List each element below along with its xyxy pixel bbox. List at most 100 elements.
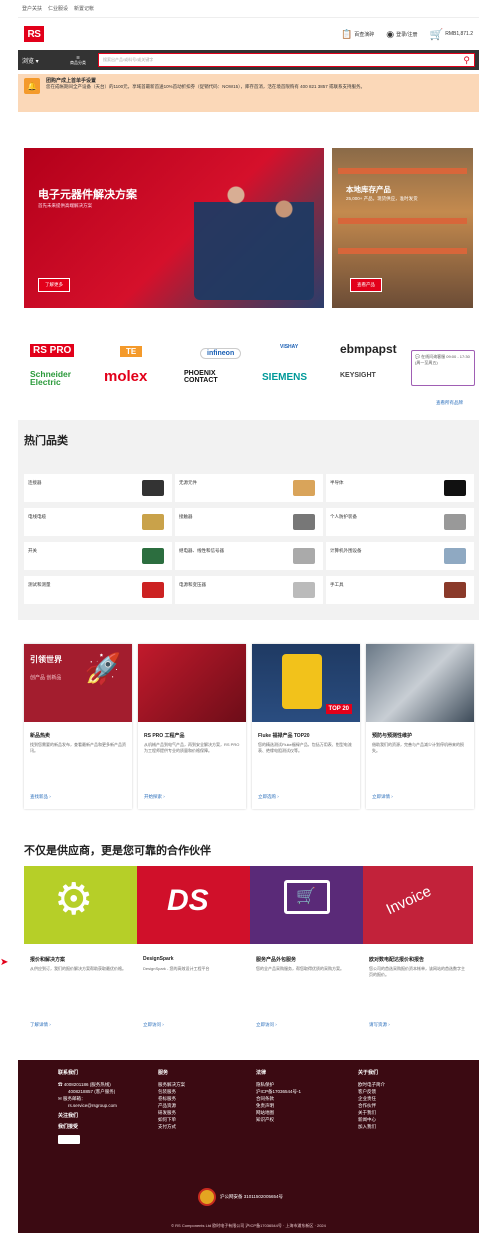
category-tile[interactable]: 继电器、线性和信号器 xyxy=(175,542,323,570)
brand-vishay[interactable]: VISHAY xyxy=(280,344,298,350)
category-tile[interactable]: 个人防护装备 xyxy=(326,508,474,536)
brand-infineon[interactable]: infineon xyxy=(200,348,242,359)
copyright: © RS Components Ltd 欧时电子有限公司 沪ICP备170365… xyxy=(171,1223,326,1228)
quote-button[interactable]: 📋 百查演碎 xyxy=(341,29,374,40)
cart-amount: RMB1,871.2 xyxy=(445,31,473,37)
feature-card[interactable]: TOP 20 Fluke 福禄产品 TOP20 您的精选测试Fluke福禄产品，… xyxy=(252,644,360,809)
partner-card-link[interactable]: 立即访问 › xyxy=(143,1022,164,1028)
footer-contact: 联系我们 ☎ 4008201186 (服务热线) 4008218857 (客户服… xyxy=(58,1070,117,1144)
footer-link[interactable]: 产品资源 xyxy=(158,1102,185,1109)
category-label: 计算机外围设备 xyxy=(330,548,362,553)
feature-image xyxy=(138,644,246,722)
cart-button[interactable]: 🛒 RMB1,871.2 xyxy=(430,28,474,41)
category-tile[interactable]: 电源和变压器 xyxy=(175,576,323,604)
footer-link[interactable]: 如何下单 xyxy=(158,1116,185,1123)
footer-link[interactable]: 沪ICP备17036544号-1 xyxy=(256,1088,301,1095)
category-tile[interactable]: 测试和测量 xyxy=(24,576,172,604)
top-nav-item[interactable]: 仁业服设 xyxy=(48,5,68,12)
cart-icon: 🛒 xyxy=(296,888,316,905)
footer-link[interactable]: 企业责任 xyxy=(358,1095,385,1102)
top-nav-item[interactable]: 新置记帐 xyxy=(74,5,94,12)
footer-link[interactable]: 新闻中心 xyxy=(358,1116,385,1123)
category-tile[interactable]: 半导体 xyxy=(326,474,474,502)
footer-link[interactable]: 合同条款 xyxy=(256,1095,301,1102)
cable-icon xyxy=(142,514,164,530)
email-address[interactable]: rs.service@rsgroup.com xyxy=(58,1102,117,1109)
brand-ebmpapst[interactable]: ebmpapst xyxy=(340,342,397,356)
partner-card-link[interactable]: 立即访问 › xyxy=(256,1022,277,1028)
footer-link[interactable]: 支付方式 xyxy=(158,1123,185,1130)
search-input[interactable]: 搜索出产品/或料号/或关键字 ⚲ xyxy=(98,53,475,67)
side-banner-button[interactable]: 查看产品 xyxy=(350,278,382,292)
rs-logo[interactable]: RS xyxy=(24,26,44,42)
footer-link[interactable]: 关于我们 xyxy=(358,1109,385,1116)
brand-rs-pro[interactable]: RS PRO xyxy=(30,344,75,357)
footer-link[interactable]: 欧时电子简介 xyxy=(358,1081,385,1088)
feature-link[interactable]: 查找新品 › xyxy=(30,794,51,800)
chat-tooltip[interactable]: 💬 在线问询客服 09:00 - 17:30 (周一至周五) xyxy=(411,350,475,386)
connector-icon xyxy=(142,480,164,496)
partner-card[interactable]: Invoice 欧对数电配达报价和报告 您公司的首选采购报价资本帐单，该网站的首… xyxy=(363,866,473,1041)
partner-card-link[interactable]: 请写资源 › xyxy=(369,1022,390,1028)
brand-siemens[interactable]: SIEMENS xyxy=(262,372,307,383)
category-tile[interactable]: 手工具 xyxy=(326,576,474,604)
category-tile[interactable]: 电线电缆 xyxy=(24,508,172,536)
category-label: 手工具 xyxy=(330,582,344,587)
partner-card[interactable]: 🛒 服务产品外包服务 您的全产品采购服务，帮您取得优质的采购方案。 立即访问 › xyxy=(250,866,363,1041)
browse-dropdown[interactable]: 浏览 ▾ xyxy=(22,56,58,65)
feature-card[interactable]: RS PRO 工程产品 从机械产品到电气产品，再到安全解决方案，RS PRO 为… xyxy=(138,644,246,809)
feature-card[interactable]: 引领世界 创产品 创新品 🚀 新品热卖 找到您需要的新品发布，查看最新产品和更多… xyxy=(24,644,132,809)
feature-title: RS PRO 工程产品 xyxy=(144,733,185,739)
feature-link[interactable]: 立即选购 › xyxy=(258,794,279,800)
category-label: 商品分类 xyxy=(70,60,86,65)
feature-link[interactable]: 开始探索 › xyxy=(144,794,165,800)
feature-cards: 引领世界 创产品 创新品 🚀 新品热卖 找到您需要的新品发布，查看最新产品和更多… xyxy=(24,644,474,814)
footer-link[interactable]: 免责声明 xyxy=(256,1102,301,1109)
notice-text: 您在成帐期间全产设备（天台）的1100元，享域首最新首送10%首动折扣券（促销代… xyxy=(46,84,365,89)
footer-link[interactable]: 网站地图 xyxy=(256,1109,301,1116)
category-tile[interactable]: 计算机外围设备 xyxy=(326,542,474,570)
more-brands-link[interactable]: 查看所有品牌 xyxy=(436,400,463,406)
search-icon[interactable]: ⚲ xyxy=(463,55,470,66)
footer-link[interactable]: 客户反馈 xyxy=(358,1088,385,1095)
switch-icon xyxy=(142,548,164,564)
footer-link[interactable]: 合作伙伴 xyxy=(358,1102,385,1109)
brand-te[interactable]: TE xyxy=(120,346,143,357)
passive-icon xyxy=(293,480,315,496)
header: RS 📋 百查演碎 ◉ 登录/注册 🛒 RMB1,871.2 xyxy=(18,18,479,50)
brand-phoenix-contact[interactable]: PHOENIX CONTACT xyxy=(184,370,242,384)
icp-record[interactable]: 沪公网安备 31011502005654号 xyxy=(198,1188,283,1206)
hero-banner-side[interactable]: 本地库存产品 25,000+ 产品，现货供应，准时发货 查看产品 xyxy=(332,148,473,308)
hero-button[interactable]: 了解更多 xyxy=(38,278,70,292)
category-label: 测试和测量 xyxy=(28,582,51,587)
footer-link[interactable]: 知识产权 xyxy=(256,1116,301,1123)
footer-link[interactable]: 包装服务 xyxy=(158,1088,185,1095)
top-nav-item[interactable]: 登户关扶 xyxy=(22,5,42,12)
category-tile[interactable]: 无源元件 xyxy=(175,474,323,502)
brand-keysight[interactable]: KEYSIGHT xyxy=(340,372,376,379)
chip-icon xyxy=(444,480,466,496)
login-button[interactable]: ◉ 登录/注册 xyxy=(386,29,417,40)
hero-banner-main[interactable]: 电子元器件解决方案 首先未来提供高端解决方案 了解更多 xyxy=(24,148,324,308)
user-icon: ◉ xyxy=(386,28,395,39)
footer-link[interactable]: 隐私保护 xyxy=(256,1081,301,1088)
brand-schneider[interactable]: Schneider Electric xyxy=(30,370,90,387)
footer-link[interactable]: 服务解决方案 xyxy=(158,1081,185,1088)
brand-molex[interactable]: molex xyxy=(104,368,147,385)
partner-card[interactable]: ⚙ 报价和解决方案 从供应到订，我们的报价解决方案帮助获取最优价格。 了解详情 … xyxy=(24,866,137,1041)
feature-link[interactable]: 立即详情 › xyxy=(372,794,393,800)
footer-pay: 我们接受 xyxy=(58,1124,79,1130)
category-tile[interactable]: 连接器 xyxy=(24,474,172,502)
feature-card[interactable]: 预防与预测性维护 借助我们的资源，完善与产品减少计划停机带来的损失。 立即详情 … xyxy=(366,644,474,809)
feature-title: 新品热卖 xyxy=(30,733,51,739)
category-button[interactable]: ☰ 商品分类 xyxy=(62,55,94,65)
footer-link[interactable]: 研发服务 xyxy=(158,1109,185,1116)
category-tile[interactable]: 开关 xyxy=(24,542,172,570)
partner-card[interactable]: DS DesignSpark DesignSpark - 您的高效设计工程平台 … xyxy=(137,866,250,1041)
category-tile[interactable]: 接触器 xyxy=(175,508,323,536)
footer-link[interactable]: 加入我们 xyxy=(358,1123,385,1130)
partner-card-link[interactable]: 了解详情 › xyxy=(30,1022,51,1028)
footer-service: 服务 服务解决方案 包装服务 卷标服务 产品资源 研发服务 如何下单 支付方式 xyxy=(158,1070,185,1130)
side-banner-subtitle: 25,000+ 产品，现货供应，准时发货 xyxy=(346,196,418,201)
footer-link[interactable]: 卷标服务 xyxy=(158,1095,185,1102)
